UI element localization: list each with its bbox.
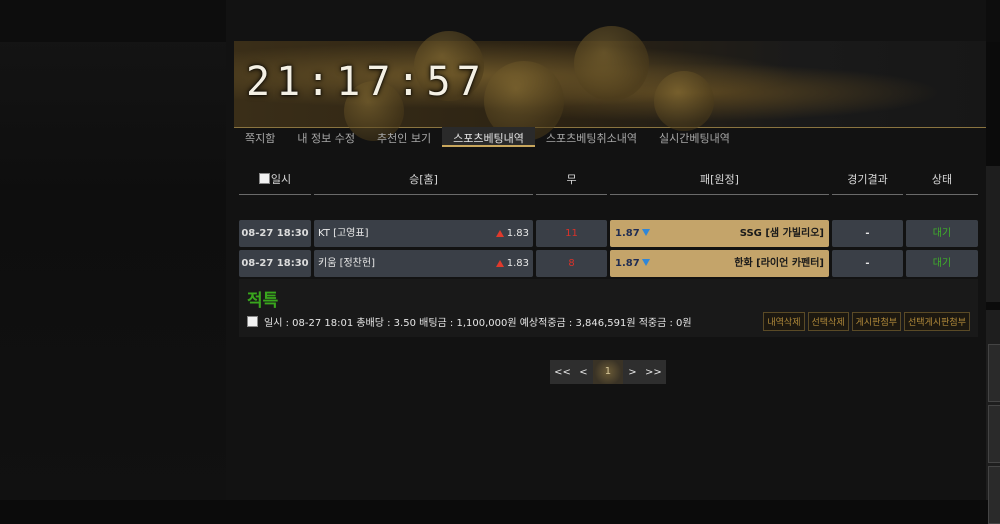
away-team: 한화 [라이언 카펜터] xyxy=(734,258,824,269)
header-home: 승[홈] xyxy=(314,168,533,195)
side-banner[interactable] xyxy=(988,405,1000,463)
bet-status: 대기 xyxy=(906,250,978,277)
attach-board-button[interactable]: 게시판첨부 xyxy=(851,312,902,331)
home-bet-option[interactable]: 키움 [정찬헌] 1.83 xyxy=(314,250,533,277)
header-away: 패[원정] xyxy=(610,168,829,195)
side-banner[interactable] xyxy=(988,344,1000,402)
coin-decoration xyxy=(654,71,714,131)
header-draw: 무 xyxy=(536,168,607,195)
nav-referrals[interactable]: 추천인 보기 xyxy=(366,127,442,147)
delete-history-button[interactable]: 내역삭제 xyxy=(763,312,805,331)
draw-bet-option[interactable]: 8 xyxy=(536,250,607,277)
match-result: - xyxy=(832,220,903,247)
odds-down-icon xyxy=(641,259,650,266)
header-status: 상태 xyxy=(906,168,978,195)
header-result: 경기결과 xyxy=(832,168,903,195)
home-odds: 1.83 xyxy=(506,228,529,239)
summary-text: 일시 : 08-27 18:01 총배당 : 3.50 배팅금 : 1,100,… xyxy=(264,318,692,329)
account-nav: 쪽지함 내 정보 수정 추천인 보기 스포츠베팅내역 스포츠베팅취소내역 실시간… xyxy=(234,127,741,147)
row-date: 08-27 18:30 xyxy=(239,220,311,247)
delete-selected-button[interactable]: 선택삭제 xyxy=(807,312,849,331)
odds-up-icon xyxy=(495,230,504,237)
first-page-button[interactable]: << xyxy=(551,367,574,378)
summary-result-title: 적특 xyxy=(247,291,279,311)
away-odds: 1.87 xyxy=(615,228,640,239)
right-side-panel xyxy=(986,166,1000,302)
away-bet-option[interactable]: 1.87 한화 [라이언 카펜터] xyxy=(610,250,829,277)
bet-status: 대기 xyxy=(906,220,978,247)
current-page[interactable]: 1 xyxy=(592,360,623,384)
nav-sports-bets[interactable]: 스포츠베팅내역 xyxy=(442,127,535,147)
left-background xyxy=(0,0,226,500)
away-bet-option[interactable]: 1.87 SSG [샘 가빌리오] xyxy=(610,220,829,247)
bet-summary: 적특 일시 : 08-27 18:01 총배당 : 3.50 배팅금 : 1,1… xyxy=(239,279,978,337)
nav-inbox[interactable]: 쪽지함 xyxy=(234,127,286,147)
header-date-label: 일시 xyxy=(270,173,292,186)
row-date: 08-27 18:30 xyxy=(239,250,311,277)
away-odds: 1.87 xyxy=(615,258,640,269)
home-team: KT [고영표] xyxy=(318,228,369,239)
home-team: 키움 [정찬헌] xyxy=(318,258,375,269)
digital-clock: 21:17:57 xyxy=(246,59,487,105)
nav-edit-profile[interactable]: 내 정보 수정 xyxy=(286,127,366,147)
match-result: - xyxy=(832,250,903,277)
header-banner: 21:17:57 xyxy=(234,26,986,141)
draw-bet-option[interactable]: 11 xyxy=(536,220,607,247)
home-bet-option[interactable]: KT [고영표] 1.83 xyxy=(314,220,533,247)
summary-details: 일시 : 08-27 18:01 총배당 : 3.50 배팅금 : 1,100,… xyxy=(247,314,692,329)
odds-up-icon xyxy=(495,260,504,267)
side-banner[interactable] xyxy=(988,466,1000,524)
summary-buttons: 내역삭제 선택삭제 게시판첨부 선택게시판첨부 xyxy=(763,312,970,331)
nav-sports-cancel[interactable]: 스포츠베팅취소내역 xyxy=(535,127,648,147)
pagination: << < 1 > >> xyxy=(550,360,666,384)
header-date: 일시 xyxy=(239,168,311,195)
attach-selected-board-button[interactable]: 선택게시판첨부 xyxy=(904,312,970,331)
select-all-checkbox[interactable] xyxy=(258,173,270,184)
next-page-button[interactable]: > xyxy=(625,367,639,378)
bet-select-checkbox[interactable] xyxy=(247,316,258,327)
last-page-button[interactable]: >> xyxy=(642,367,665,378)
away-team: SSG [샘 가빌리오] xyxy=(739,228,824,239)
odds-down-icon xyxy=(641,229,650,236)
coin-decoration xyxy=(574,26,649,101)
home-odds: 1.83 xyxy=(506,258,529,269)
prev-page-button[interactable]: < xyxy=(576,367,590,378)
nav-live-bets[interactable]: 실시간베팅내역 xyxy=(648,127,741,147)
